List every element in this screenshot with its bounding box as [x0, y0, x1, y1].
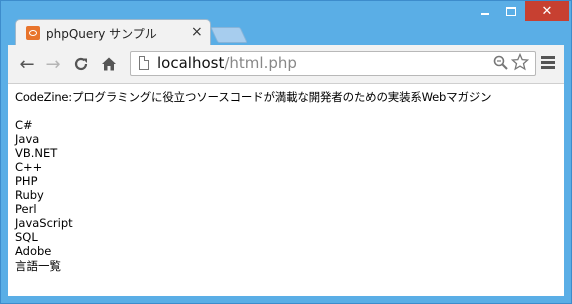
back-button[interactable]: ←	[16, 53, 38, 75]
tab-title: phpQuery サンプル	[46, 27, 157, 41]
list-item: Perl	[15, 202, 37, 216]
list-item: C#	[15, 118, 33, 132]
language-list: C# Java VB.NET C++ PHP Ruby Perl JavaScr…	[15, 118, 73, 258]
maximize-button[interactable]	[498, 1, 524, 21]
star-icon[interactable]	[510, 52, 530, 76]
page-icon	[139, 56, 149, 70]
phpquery-favicon-icon	[26, 26, 40, 40]
url-text[interactable]: localhost/html.php	[157, 54, 297, 72]
menu-icon[interactable]	[541, 56, 555, 71]
list-item: JavaScript	[15, 216, 73, 230]
list-item: SQL	[15, 230, 38, 244]
home-button[interactable]	[98, 53, 120, 75]
url-path: /html.php	[224, 54, 297, 72]
home-icon	[102, 57, 116, 71]
minimize-icon	[480, 13, 489, 15]
new-tab-button[interactable]	[210, 27, 248, 43]
list-item: VB.NET	[15, 146, 58, 160]
zoom-icon[interactable]	[493, 55, 508, 74]
browser-window: phpQuery サンプル × ✕ ← → localhost/html.php	[0, 0, 572, 304]
page-content: CodeZine:プログラミングに役立つソースコードが満載な開発者のための実装系…	[8, 84, 564, 296]
list-item: C++	[15, 160, 43, 174]
tab-phpquery-sample[interactable]: phpQuery サンプル ×	[15, 19, 211, 46]
toolbar: ← → localhost/html.php	[8, 45, 564, 84]
reload-icon	[74, 57, 88, 71]
window-close-button[interactable]: ✕	[525, 1, 569, 21]
reload-button[interactable]	[70, 53, 92, 75]
all-languages-link: 言語一覧	[15, 259, 61, 273]
list-item: Adobe	[15, 244, 52, 258]
minimize-button[interactable]	[471, 1, 498, 21]
address-bar[interactable]: localhost/html.php	[130, 51, 536, 76]
maximize-icon	[506, 6, 516, 16]
site-description: CodeZine:プログラミングに役立つソースコードが満載な開発者のための実装系…	[15, 90, 492, 104]
list-item: Ruby	[15, 188, 44, 202]
forward-button[interactable]: →	[42, 53, 64, 75]
url-host: localhost	[157, 54, 225, 72]
list-item: Java	[15, 132, 40, 146]
close-icon[interactable]: ×	[191, 24, 203, 40]
list-item: PHP	[15, 174, 38, 188]
